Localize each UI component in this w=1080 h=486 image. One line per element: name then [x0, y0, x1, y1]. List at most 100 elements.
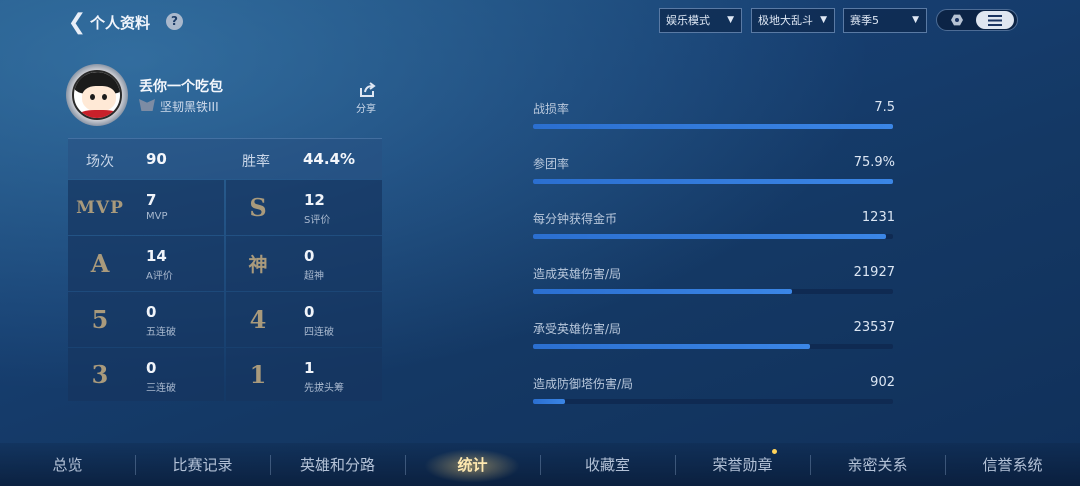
metric-row: 造成英雄伤害/局 21927	[533, 261, 895, 297]
achievement-value: 1	[304, 359, 315, 377]
achievement-cell: 1 1 先拔头筹	[226, 348, 382, 401]
metric-fill	[533, 344, 811, 349]
first-blood-badge-icon: 1	[249, 360, 267, 389]
metric-value: 75.9%	[853, 155, 895, 170]
achievement-value: 7	[146, 191, 157, 209]
achievement-label: 先拔头筹	[304, 383, 344, 394]
help-icon[interactable]: ?	[166, 13, 183, 30]
metric-label: 参团率	[533, 157, 570, 171]
triplekill-badge-icon: 3	[91, 360, 109, 389]
achievement-value: 12	[304, 191, 325, 209]
achievement-value: 0	[304, 303, 315, 321]
bottom-nav: 总览 比赛记录 英雄和分路 统计 收藏室 荣誉勋章 亲密关系 信誉系统	[0, 443, 1080, 486]
metric-label: 战损率	[533, 102, 570, 116]
metric-value: 902	[870, 375, 895, 390]
achievement-value: 0	[146, 359, 157, 377]
a-badge-icon: A	[90, 249, 110, 278]
stats-grid: 场次 90 胜率 44.4% MVP 7 MVP S 12 S评价 A 14 A…	[68, 138, 382, 401]
legendary-badge-icon: 神	[248, 254, 268, 276]
achievement-cell: 神 0 超神	[226, 236, 382, 291]
metric-row: 承受英雄伤害/局 23537	[533, 316, 895, 352]
metric-fill	[533, 234, 886, 239]
pentakill-badge-icon: 5	[91, 305, 109, 334]
avatar[interactable]	[66, 64, 128, 126]
season-select[interactable]: 赛季5 ▼	[843, 8, 927, 33]
metric-value: 23537	[853, 320, 895, 335]
achievement-label: MVP	[146, 211, 168, 222]
achievement-cell: A 14 A评价	[68, 236, 224, 291]
tab-overview[interactable]: 总览	[0, 443, 135, 486]
metric-label: 承受英雄伤害/局	[533, 322, 622, 336]
achievement-cell: 5 0 五连破	[68, 292, 224, 347]
view-toggle[interactable]	[936, 9, 1018, 31]
metric-track	[533, 179, 893, 184]
map-select-value: 极地大乱斗	[758, 14, 813, 27]
metric-track	[533, 124, 893, 129]
list-view-icon[interactable]	[976, 11, 1014, 29]
achievement-cell: 3 0 三连破	[68, 348, 224, 401]
rank-icon	[139, 99, 155, 111]
metric-track	[533, 399, 893, 404]
share-label[interactable]: 分享	[356, 100, 376, 115]
tab-statistics[interactable]: 统计	[405, 443, 540, 486]
metric-fill	[533, 124, 893, 129]
metric-track	[533, 234, 893, 239]
mode-select[interactable]: 娱乐模式 ▼	[659, 8, 742, 33]
chevron-down-icon: ▼	[912, 15, 919, 25]
tab-intimacy[interactable]: 亲密关系	[810, 443, 945, 486]
avatar-image	[72, 70, 122, 120]
s-badge-icon: S	[249, 193, 267, 222]
share-icon[interactable]	[359, 82, 377, 98]
metric-track	[533, 289, 893, 294]
quadrakill-badge-icon: 4	[249, 305, 267, 334]
metric-track	[533, 344, 893, 349]
metric-label: 造成英雄伤害/局	[533, 267, 622, 281]
mvp-badge-icon: MVP	[76, 197, 124, 218]
winrate-label: 胜率	[242, 154, 270, 170]
achievement-label: 四连破	[304, 327, 334, 338]
achievement-label: A评价	[146, 271, 173, 282]
achievement-cell: 4 0 四连破	[226, 292, 382, 347]
metric-row: 每分钟获得金币 1231	[533, 206, 895, 242]
player-name: 丢你一个吃包	[139, 79, 223, 95]
achievement-cell: MVP 7 MVP	[68, 180, 224, 235]
season-select-value: 赛季5	[850, 14, 879, 27]
metric-value: 1231	[861, 210, 895, 225]
achievement-label: 三连破	[146, 383, 176, 394]
achievement-label: S评价	[304, 215, 331, 226]
metric-label: 每分钟获得金币	[533, 212, 618, 226]
achievement-label: 五连破	[146, 327, 176, 338]
chevron-down-icon: ▼	[820, 15, 827, 25]
notification-dot-icon	[772, 449, 777, 454]
chevron-down-icon: ▼	[727, 15, 734, 25]
metric-fill	[533, 289, 793, 294]
achievement-cell: S 12 S评价	[226, 180, 382, 235]
metric-value: 7.5	[874, 100, 895, 115]
metric-row: 战损率 7.5	[533, 96, 895, 132]
metric-fill	[533, 179, 893, 184]
tab-honor-medals[interactable]: 荣誉勋章	[675, 443, 810, 486]
metric-value: 21927	[853, 265, 895, 280]
tab-heroes-lanes[interactable]: 英雄和分路	[270, 443, 405, 486]
matches-label: 场次	[86, 154, 114, 170]
achievement-label: 超神	[304, 271, 324, 282]
mode-select-value: 娱乐模式	[666, 14, 710, 27]
page-title: 个人资料	[90, 14, 151, 32]
tab-match-history[interactable]: 比赛记录	[135, 443, 270, 486]
summary-row: 场次 90 胜率 44.4%	[68, 138, 382, 179]
tab-collection[interactable]: 收藏室	[540, 443, 675, 486]
achievement-value: 0	[146, 303, 157, 321]
achievement-value: 14	[146, 247, 167, 265]
metric-label: 造成防御塔伤害/局	[533, 377, 634, 391]
hexagon-view-icon[interactable]	[943, 12, 971, 28]
matches-value: 90	[146, 150, 167, 168]
achievement-value: 0	[304, 247, 315, 265]
winrate-value: 44.4%	[303, 150, 356, 168]
metric-row: 造成防御塔伤害/局 902	[533, 371, 895, 407]
metric-fill	[533, 399, 566, 404]
tab-credit-system[interactable]: 信誉系统	[945, 443, 1080, 486]
top-bar: ❮ 个人资料 ? 娱乐模式 ▼ 极地大乱斗 ▼ 赛季5 ▼	[0, 0, 1080, 44]
map-select[interactable]: 极地大乱斗 ▼	[751, 8, 835, 33]
back-chevron-icon[interactable]: ❮	[68, 9, 86, 35]
metric-row: 参团率 75.9%	[533, 151, 895, 187]
